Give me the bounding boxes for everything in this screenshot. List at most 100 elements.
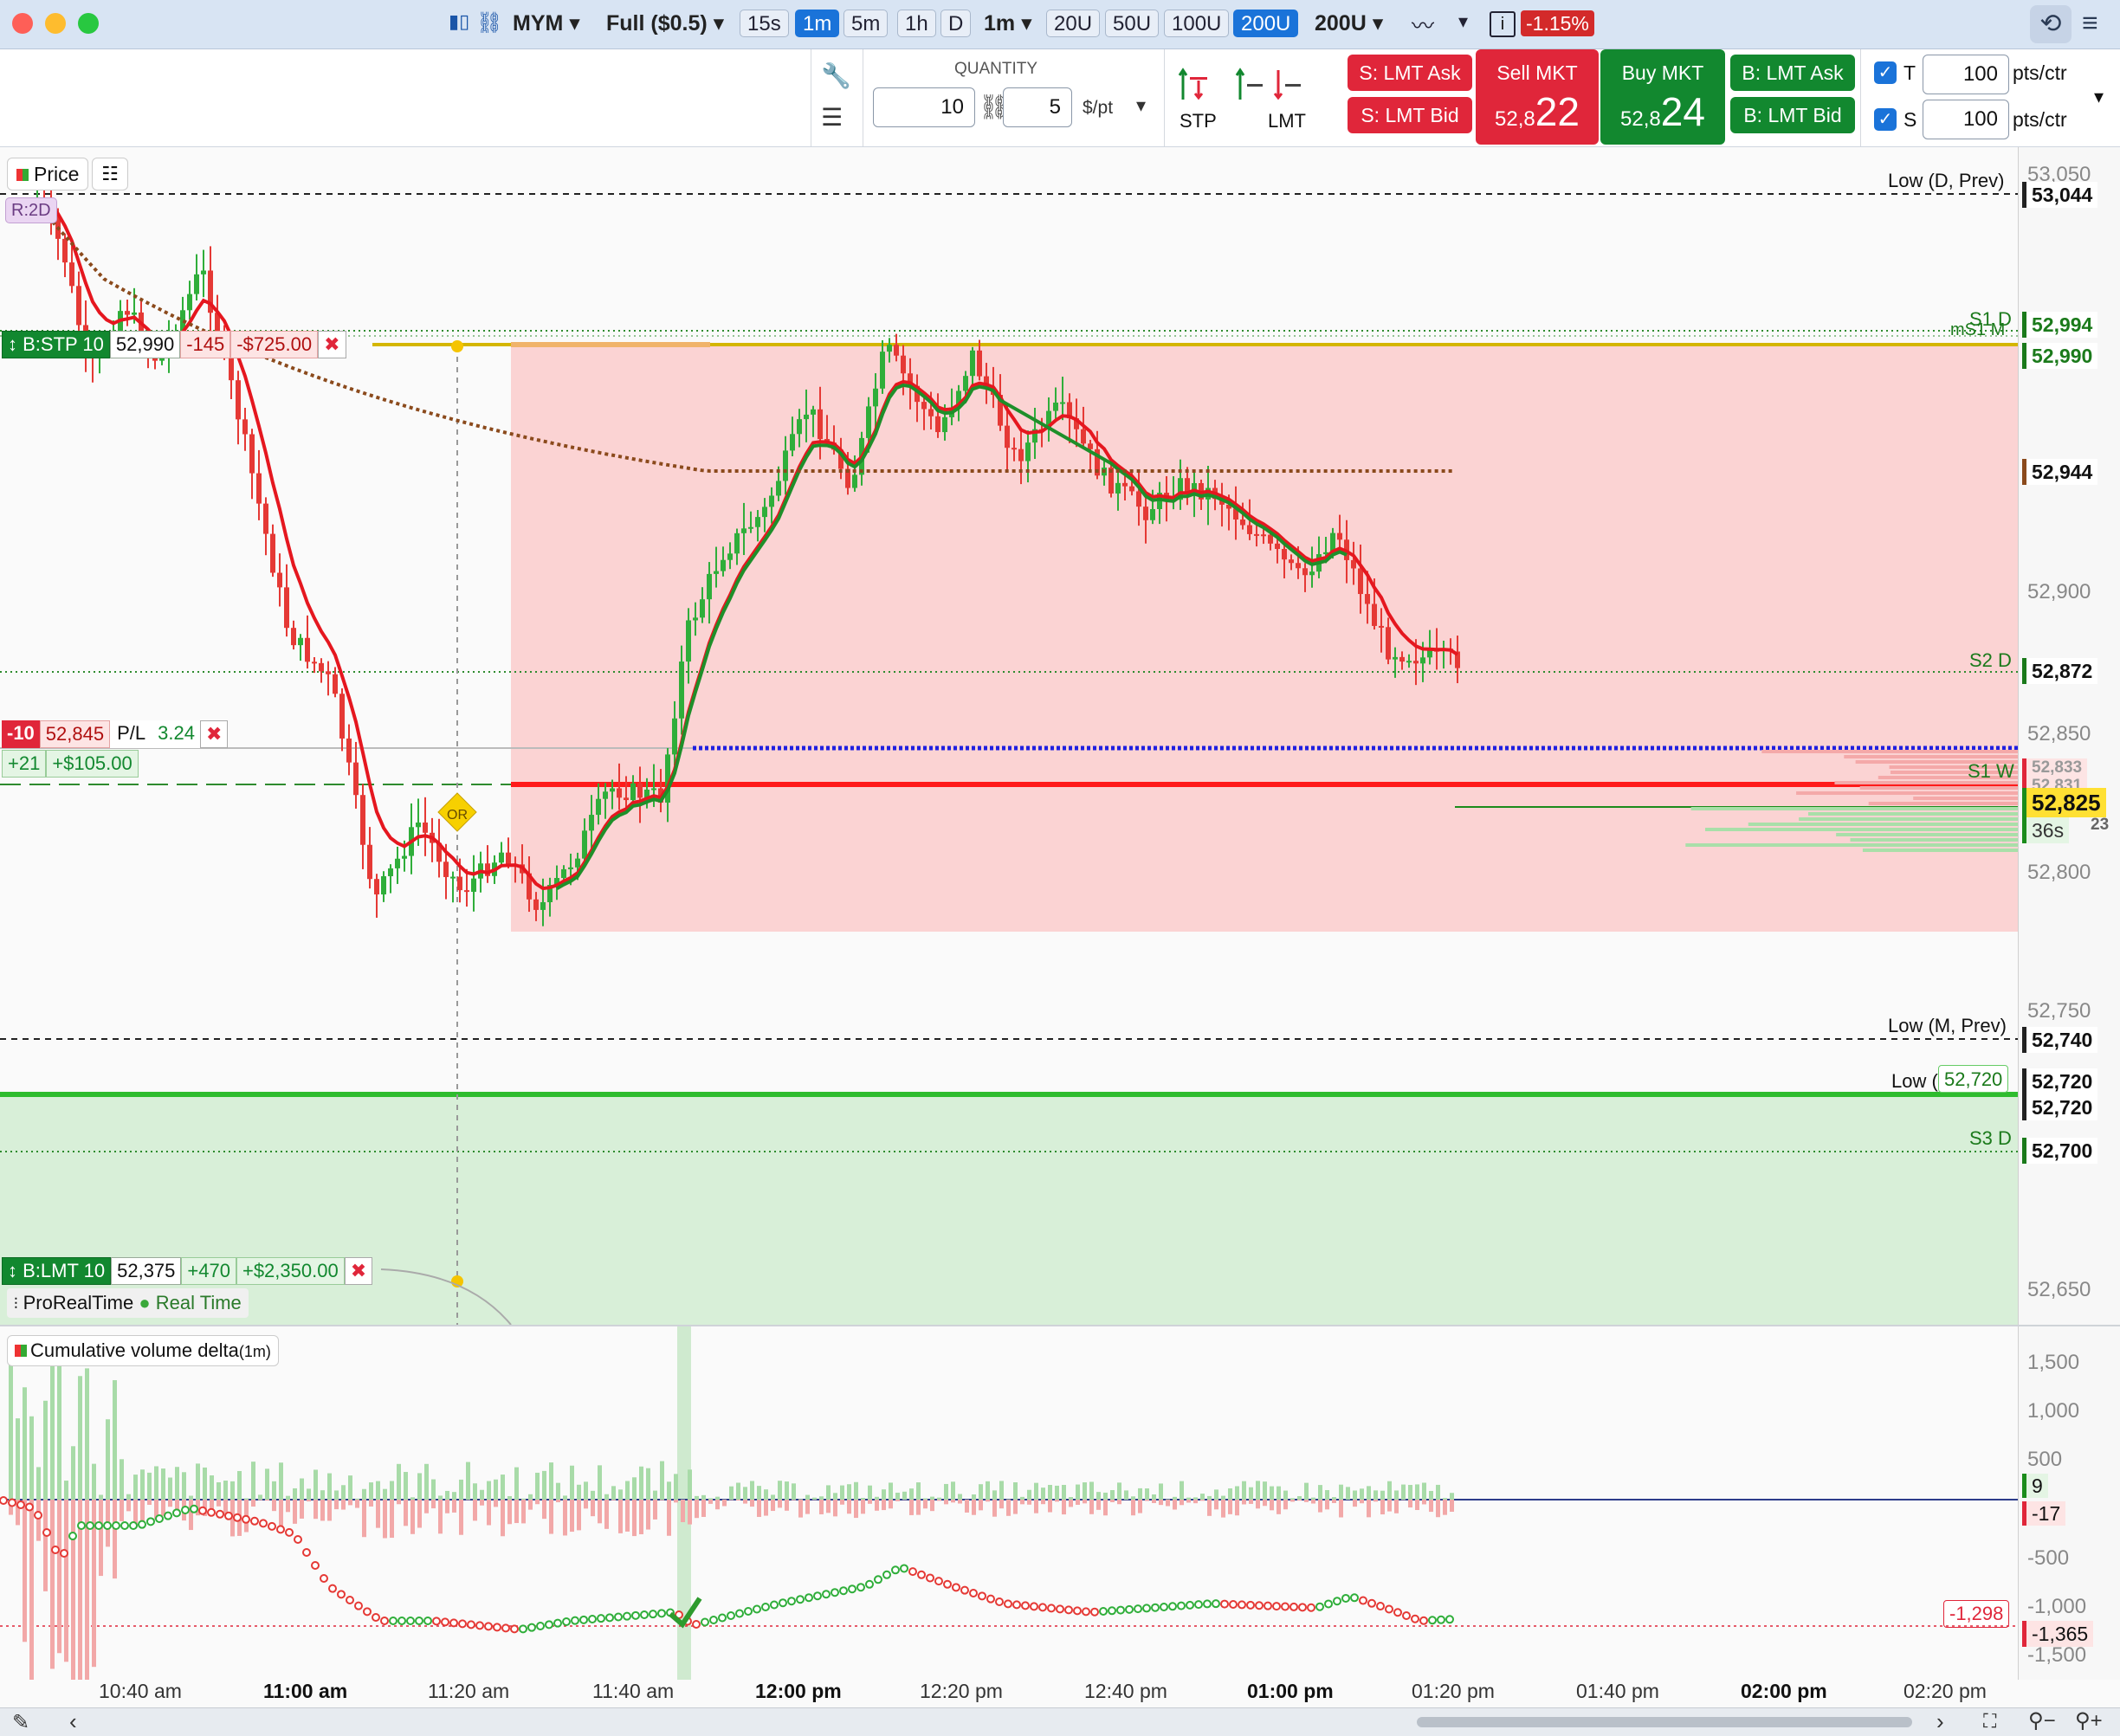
info-icon[interactable]: i	[1490, 11, 1516, 37]
zoom-out-icon[interactable]: ⚲−	[2028, 1708, 2056, 1733]
menu-icon[interactable]: ≡	[2082, 7, 2098, 39]
cvd-point	[225, 1513, 232, 1520]
stop-order-icon[interactable]	[1176, 65, 1211, 103]
delta-bar-negative	[979, 1500, 983, 1510]
volume-bar-100u[interactable]: 100U	[1164, 10, 1229, 37]
scroll-left-icon[interactable]: ‹	[69, 1708, 77, 1735]
close-position-icon[interactable]: ✖	[200, 720, 228, 748]
delta-bar-positive	[320, 1490, 325, 1500]
delta-bar-positive	[729, 1487, 734, 1500]
minimize-window-button[interactable]	[45, 13, 66, 34]
timeframe-d[interactable]: D	[940, 10, 971, 37]
cvd-point	[1039, 1604, 1046, 1610]
volume-bar-200u[interactable]: 200U	[1233, 10, 1298, 37]
delta-bar-positive	[126, 1494, 131, 1500]
target-label: T	[1903, 61, 1916, 85]
cvd-point	[0, 1497, 7, 1504]
sync-icon[interactable]: ⟲	[2030, 5, 2072, 43]
timeframe-1m[interactable]: 1m	[795, 10, 839, 37]
timeframe-5m[interactable]: 5m	[843, 10, 888, 37]
candle-body	[866, 406, 871, 438]
stop-order-chip[interactable]: ↕ B:STP 10 52,990 -145 -$725.00 ✖	[2, 331, 346, 358]
delta-bar-negative	[1131, 1500, 1135, 1515]
sell-market-button[interactable]: Sell MKT 52,822	[1476, 49, 1599, 145]
order-list-icon[interactable]: ☰	[821, 103, 843, 132]
timeframe-1h[interactable]: 1h	[897, 10, 936, 37]
price-chart[interactable]: OR Price ☷ R:2D ↕ B:STP 10 52,990 -145 -…	[0, 147, 2018, 1325]
delta-bar-negative	[29, 1500, 34, 1680]
cancel-limit-order-icon[interactable]: ✖	[345, 1257, 372, 1285]
candle-body	[367, 845, 372, 879]
cvd-point	[476, 1622, 483, 1629]
volume-bar-20u[interactable]: 20U	[1046, 10, 1100, 37]
zoom-in-icon[interactable]: ⚲+	[2075, 1708, 2103, 1733]
account-selector[interactable]: Full ($0.5) ▾	[606, 10, 724, 37]
object-list-icon[interactable]: ☷	[92, 158, 128, 190]
delta-bar-positive	[1450, 1493, 1454, 1500]
buy-limit-bid-button[interactable]: B: LMT Bid	[1730, 97, 1855, 133]
delta-bar-positive	[909, 1488, 914, 1500]
delta-bar-positive	[591, 1491, 595, 1500]
volume-profile-bar	[1850, 838, 2018, 842]
horizontal-scrollbar[interactable]	[1417, 1717, 1912, 1727]
chart-type-icon[interactable]: ▮▯	[449, 10, 473, 36]
candle-body	[450, 877, 456, 879]
delta-bar-negative	[1159, 1500, 1163, 1505]
volume-bar-50u[interactable]: 50U	[1105, 10, 1159, 37]
buy-market-button[interactable]: Buy MKT 52,824	[1600, 49, 1725, 145]
cvd-pane-button[interactable]: Cumulative volume delta(1m)	[7, 1335, 279, 1366]
volume-bar-dropdown[interactable]: 200U ▾	[1315, 10, 1383, 37]
delta-bar-negative	[639, 1500, 643, 1534]
cvd-point	[1065, 1606, 1072, 1613]
delta-bar-negative	[1235, 1500, 1239, 1515]
stop-points-input[interactable]: 100	[1923, 100, 2009, 139]
bracket-dropdown-icon[interactable]: ▾	[2094, 86, 2104, 108]
timeframe-dropdown[interactable]: 1m ▾	[984, 10, 1032, 37]
cvd-panel[interactable]: Cumulative volume delta(1m)	[0, 1326, 2018, 1680]
stop-checkbox[interactable]: ✓	[1874, 108, 1897, 131]
limit-order-chip[interactable]: ↕ B:LMT 10 52,375 +470 +$2,350.00 ✖	[2, 1257, 372, 1285]
draw-tool-icon[interactable]: ✎	[12, 1710, 29, 1735]
limit-order-icon[interactable]	[1228, 65, 1306, 103]
dollars-per-point-input[interactable]: 5	[1003, 87, 1072, 127]
price-axis[interactable]: 53,050 52,900 52,850 52,800 52,750 52,65…	[2018, 147, 2120, 1680]
delta-bar-negative	[916, 1500, 921, 1515]
delta-bar-negative	[1228, 1500, 1232, 1514]
delta-bar-negative	[1283, 1500, 1288, 1509]
delta-bar-positive	[930, 1497, 934, 1500]
wrench-icon[interactable]: 🔧	[821, 61, 851, 90]
symbol-selector[interactable]: MYM ▾	[513, 10, 580, 37]
delta-bar-positive	[1124, 1490, 1128, 1500]
close-window-button[interactable]	[12, 13, 33, 34]
delta-bar-positive	[1249, 1488, 1253, 1500]
position-chip[interactable]: -10 52,845 P/L 3.24 ✖	[2, 720, 228, 748]
timeframe-15s[interactable]: 15s	[740, 10, 789, 37]
cvd-point	[1013, 1601, 1020, 1608]
cvd-point	[442, 1618, 449, 1625]
delta-bar-negative	[126, 1500, 131, 1511]
price-pane-button[interactable]: Price	[7, 158, 88, 190]
buy-limit-ask-button[interactable]: B: LMT Ask	[1730, 55, 1855, 91]
candle-body	[1372, 604, 1377, 626]
indicators-dropdown-icon[interactable]: ▾	[1458, 10, 1468, 33]
cvd-point	[147, 1518, 154, 1525]
delta-bar-positive	[1373, 1490, 1378, 1500]
indicators-icon[interactable]: 〰	[1412, 9, 1446, 38]
cancel-stop-order-icon[interactable]: ✖	[318, 331, 346, 358]
sell-limit-bid-button[interactable]: S: LMT Bid	[1348, 97, 1472, 133]
stop-order-handle[interactable]	[451, 340, 463, 352]
fit-screen-icon[interactable]: ⛶	[1983, 1710, 1996, 1733]
target-points-input[interactable]: 100	[1923, 55, 2009, 94]
delta-bar-positive	[29, 1417, 34, 1500]
quantity-dropdown-icon[interactable]: ▾	[1136, 94, 1146, 117]
scroll-right-icon[interactable]: ›	[1936, 1708, 1944, 1735]
quantity-input[interactable]: 10	[873, 87, 975, 127]
delta-bar-positive	[1394, 1490, 1399, 1500]
time-axis[interactable]: 10:40 am 11:00 am 11:20 am 11:40 am 12:0…	[0, 1680, 2018, 1711]
sell-limit-ask-button[interactable]: S: LMT Ask	[1348, 55, 1472, 91]
zoom-window-button[interactable]	[78, 13, 99, 34]
link-icon[interactable]: ⛓	[476, 10, 495, 36]
target-checkbox[interactable]: ✓	[1874, 61, 1897, 84]
range-badge[interactable]: R:2D	[5, 197, 57, 223]
candle-body	[1427, 650, 1432, 658]
